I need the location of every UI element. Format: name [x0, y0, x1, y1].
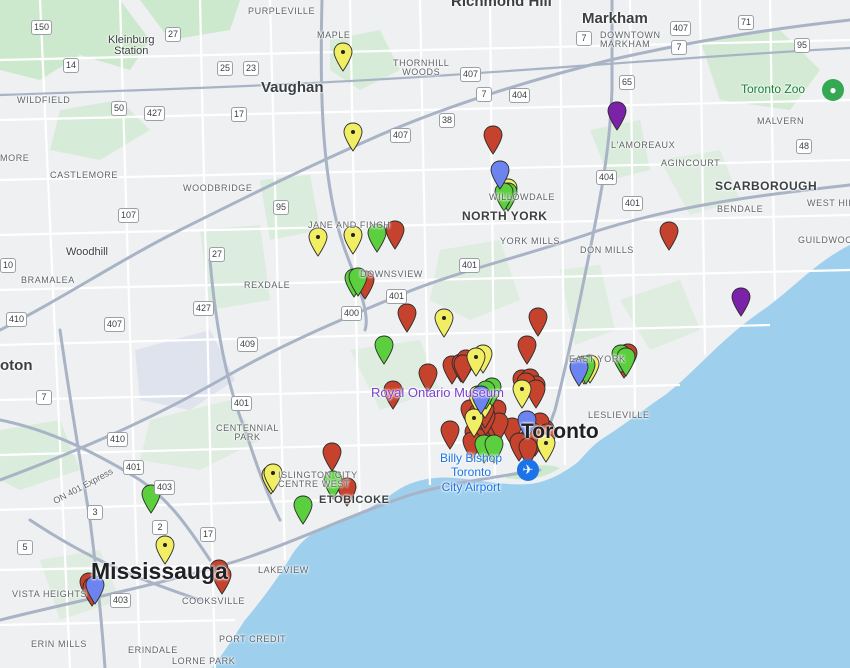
shield-95b: 95	[273, 200, 290, 215]
shield-95: 95	[794, 38, 811, 53]
shield-48: 48	[796, 139, 813, 154]
shield-27b: 27	[209, 247, 226, 262]
airport-icon[interactable]: ✈	[517, 459, 539, 481]
shield-407c: 407	[390, 128, 412, 143]
shield-71: 71	[738, 15, 755, 30]
shield-427b: 427	[193, 301, 215, 316]
shield-50: 50	[111, 101, 128, 116]
shield-403: 403	[154, 480, 176, 495]
shield-401d: 401	[231, 396, 253, 411]
shield-404: 404	[596, 170, 618, 185]
zoo-icon[interactable]: ●	[822, 79, 844, 101]
shield-14: 14	[63, 58, 80, 73]
map-view[interactable]: Richmond Hill Markham DOWNTOWN MARKHAM P…	[0, 0, 850, 668]
shield-403b: 403	[110, 593, 132, 608]
shield-10: 10	[0, 258, 17, 273]
shield-7d: 7	[36, 390, 52, 405]
shield-7: 7	[576, 31, 592, 46]
shield-17b: 17	[200, 527, 217, 542]
shield-400: 400	[341, 306, 363, 321]
shield-17: 17	[231, 107, 248, 122]
shield-23: 23	[243, 61, 260, 76]
shield-401e: 401	[123, 460, 145, 475]
shield-401b: 401	[459, 258, 481, 273]
shield-7b: 7	[671, 40, 687, 55]
shield-407b: 407	[460, 67, 482, 82]
shield-7c: 7	[476, 87, 492, 102]
shield-107: 107	[118, 208, 140, 223]
shield-25: 25	[217, 61, 234, 76]
shield-410: 410	[6, 312, 28, 327]
shield-401c: 401	[386, 289, 408, 304]
shield-427: 427	[144, 106, 166, 121]
shield-34: 404	[509, 88, 531, 103]
shield-3: 3	[87, 505, 103, 520]
shield-407: 407	[670, 21, 692, 36]
shield-410b: 410	[107, 432, 129, 447]
shield-407d: 407	[104, 317, 126, 332]
shield-401: 401	[622, 196, 644, 211]
shield-409: 409	[237, 337, 259, 352]
map-canvas[interactable]	[0, 0, 850, 668]
shield-38: 38	[439, 113, 456, 128]
shield-150: 150	[31, 20, 53, 35]
shield-65: 65	[619, 75, 636, 90]
shield-2: 2	[152, 520, 168, 535]
shield-27: 27	[165, 27, 182, 42]
shield-5: 5	[17, 540, 33, 555]
